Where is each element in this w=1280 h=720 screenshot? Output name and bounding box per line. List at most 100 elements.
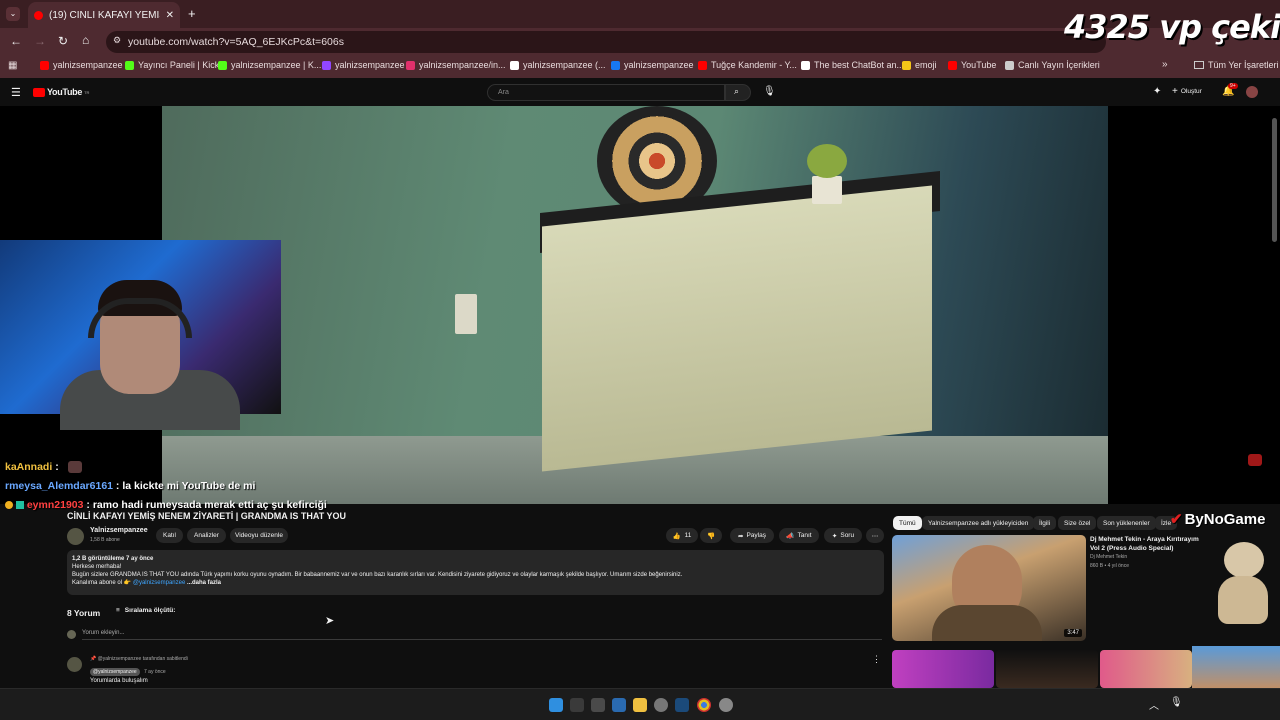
promote-button[interactable]: 📣 Tanıt [779,528,819,543]
menu-icon[interactable]: ☰ [11,86,21,99]
page-scrollbar[interactable] [1272,118,1277,242]
windows-taskbar: ︿ 🎙 [0,688,1280,720]
create-button[interactable]: + Oluştur [1172,86,1202,97]
apps-icon[interactable]: ▦ [8,60,17,71]
back-icon[interactable]: ← [10,34,22,48]
all-bookmarks[interactable]: Tüm Yer İşaretleri [1194,60,1279,70]
chrome-icon[interactable] [697,698,711,712]
bookmark-item[interactable]: yalnizsempanzee [322,60,405,70]
video-player[interactable] [0,106,1280,504]
channel-mention-link[interactable]: @yalnizsempanzee [133,580,185,586]
chat-message: : la kickte mi YouTube de mi [115,480,256,492]
bookmark-favicon-icon [948,60,957,70]
media-player-icon[interactable] [719,698,733,712]
dislike-button[interactable]: 👎 [700,528,722,543]
forward-icon[interactable]: → [34,34,46,48]
comment-count: 8 Yorum [67,608,101,618]
show-more-link[interactable]: ...daha fazla [187,580,221,586]
filter-chip-related[interactable]: İlgili [1033,516,1057,530]
mouse-cursor: ➤ [325,615,335,627]
url-field[interactable]: ⚙ youtube.com/watch?v=5AQ_6EJKcPc&t=606s [106,31,1106,53]
join-button[interactable]: Katıl [156,528,183,543]
task-view-icon[interactable] [591,698,605,712]
filter-chip-recent[interactable]: Son yüklenenler [1097,516,1156,530]
settings-icon[interactable] [654,698,668,712]
search-taskbar-icon[interactable] [570,698,584,712]
bookmark-favicon-icon [611,60,620,70]
youtube-logo-icon [33,87,45,97]
bookmark-item[interactable]: The best ChatBot an... [801,60,904,70]
new-tab-icon[interactable]: + [188,6,196,21]
recommended-channel[interactable]: Dj Mehmet Tekin [1090,554,1127,560]
sort-label: Sıralama ölçütü: [124,607,176,614]
widgets-icon[interactable] [612,698,626,712]
chat-user: kaAnnadi [5,461,53,473]
search-input[interactable]: Ara [487,84,725,101]
chat-user: rmeysa_Alemdar6161 [5,480,113,492]
share-button[interactable]: ➦ Paylaş [730,528,774,543]
webcam-overlay [0,240,281,430]
youtube-logo[interactable]: YouTube TR [33,87,89,97]
like-button[interactable]: 👍 11 [666,528,698,543]
bookmark-item[interactable]: Canlı Yayın İçerikleri [1005,60,1100,70]
recommended-thumbnail[interactable]: 3:47 [892,535,1086,641]
mic-icon[interactable]: 🎙 [763,86,776,97]
chat-line: eymn21903 : ramo hadi rumeysada merak et… [5,499,327,511]
bookmark-label: YouTube [961,60,997,70]
bookmark-item[interactable]: YouTube [948,60,996,70]
bookmark-favicon-icon [1005,60,1014,70]
bookmark-label: yalnizsempanzee [53,60,123,70]
add-comment-input[interactable]: Yorum ekleyin... [82,630,882,640]
bookmarks-overflow-icon[interactable]: » [1162,59,1168,70]
tab-list-icon[interactable]: ⌄ [6,7,20,21]
pin-icon: 📌 [90,656,97,662]
filter-chip-all[interactable]: Tümü [893,516,922,530]
browser-tab-active[interactable]: (19) CİNLİ KAFAYI YEMİŞ NENEN ✕ [28,2,180,28]
bookmark-item[interactable]: yalnizsempanzee [611,60,694,70]
bookmark-item[interactable]: Yayıncı Paneli | Kick [125,60,219,70]
filter-chip-for-you[interactable]: Size özel [1058,516,1097,530]
close-tab-icon[interactable]: ✕ [166,10,174,21]
bookmark-item[interactable]: yalnizsempanzee [40,60,123,70]
file-explorer-icon[interactable] [633,698,647,712]
comment-author[interactable]: @yalnizsempanzee [90,668,140,676]
bookmark-item[interactable]: yalnizsempanzee/in... [406,60,506,70]
filter-chip-uploader[interactable]: Yalnizsempanzee adlı yükleyiciden [922,516,1035,530]
bookmark-item[interactable]: emoji [902,60,937,70]
bookmark-label: yalnizsempanzee [624,60,694,70]
bookmark-item[interactable]: yalnizsempanzee | K... [218,60,321,70]
ask-button[interactable]: ✦ Soru [824,528,862,543]
start-icon[interactable] [549,698,563,712]
tray-mic-icon[interactable]: 🎙 [1170,697,1183,708]
cast-icon[interactable]: ✦ [1153,86,1161,97]
wall-outlet [455,294,477,334]
site-info-icon[interactable]: ⚙ [113,35,121,46]
home-icon[interactable]: ⌂ [82,33,89,47]
more-actions-button[interactable]: ⋯ [866,528,884,543]
edit-video-button[interactable]: Videoyu düzenle [230,528,288,543]
bookmark-label: Tuğçe Kandemir - Y... [711,60,797,70]
description-box[interactable]: 1,2 B görüntüleme 7 ay önce Herkese merh… [67,550,884,595]
comment-menu-icon[interactable]: ⋮ [872,654,881,665]
tray-chevron-icon[interactable]: ︿ [1149,697,1159,712]
channel-avatar[interactable] [67,528,84,545]
search-button[interactable]: ⌕ [725,84,751,101]
sort-button[interactable]: ≡ Sıralama ölçütü: [116,607,175,614]
recommended-thumbnail[interactable] [996,650,1098,688]
recommended-title[interactable]: Dj Mehmet Tekin - Araya Kırıtırayım Vol … [1090,535,1210,553]
bookmark-item[interactable]: yalnizsempanzee (... [510,60,606,70]
steam-icon[interactable] [675,698,689,712]
all-bookmarks-label: Tüm Yer İşaretleri [1208,60,1279,70]
avatar[interactable] [1246,86,1258,98]
folder-icon [1194,61,1204,69]
channel-name[interactable]: Yalnizsempanzee [90,527,148,534]
subscriber-count: 1,58 B abone [90,537,120,543]
ask-label: Soru [840,532,855,539]
reload-icon[interactable]: ↻ [58,34,68,48]
recommended-thumbnail[interactable] [892,650,994,688]
recommended-thumbnail[interactable] [1100,650,1192,688]
bookmark-favicon-icon [510,60,519,70]
bookmark-item[interactable]: Tuğçe Kandemir - Y... [698,60,797,70]
bynogame-logo-icon: ✔ [1170,511,1183,528]
analytics-button[interactable]: Analizler [187,528,226,543]
